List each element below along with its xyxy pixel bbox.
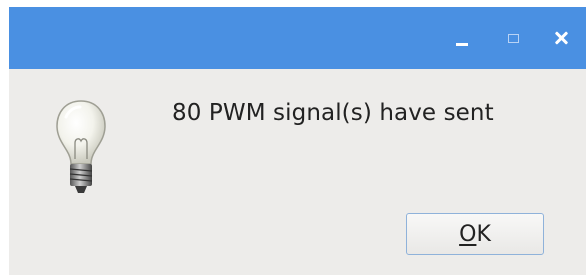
dialog-message: 80 PWM signal(s) have sent bbox=[172, 100, 494, 126]
lightbulb-icon bbox=[56, 100, 106, 193]
minimize-button[interactable] bbox=[447, 21, 477, 55]
minimize-icon bbox=[456, 42, 468, 46]
ok-button[interactable]: OK bbox=[406, 213, 544, 255]
ok-mnemonic: O bbox=[459, 221, 477, 247]
close-button[interactable] bbox=[546, 21, 576, 55]
ok-label-rest: K bbox=[476, 221, 491, 247]
maximize-button[interactable] bbox=[498, 21, 528, 55]
maximize-icon bbox=[507, 33, 519, 43]
title-bar[interactable] bbox=[9, 7, 586, 69]
close-icon bbox=[554, 31, 568, 45]
message-dialog-window: 80 PWM signal(s) have sent OK bbox=[9, 7, 586, 275]
